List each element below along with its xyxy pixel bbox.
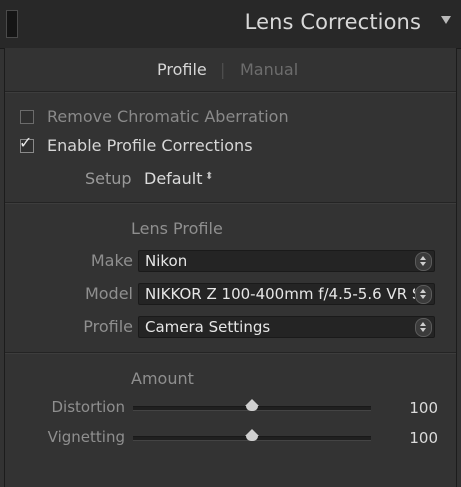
lens-profile-heading: Lens Profile — [131, 219, 223, 238]
amount-heading: Amount — [131, 369, 194, 388]
tab-manual[interactable]: Manual — [240, 60, 298, 79]
model-label: Model — [84, 284, 133, 303]
tab-separator: | — [220, 60, 226, 79]
make-label: Make — [90, 251, 133, 270]
profile-select[interactable]: Camera Settings — [138, 316, 435, 338]
make-updown-icon[interactable] — [415, 252, 432, 271]
checkmark-icon: ✓ — [19, 133, 33, 152]
make-value: Nikon — [145, 252, 188, 270]
setup-updown-icon[interactable]: ⬍ — [205, 172, 213, 182]
tab-profile[interactable]: Profile — [157, 60, 207, 79]
remove-chromatic-aberration-checkbox[interactable] — [20, 110, 34, 124]
model-updown-icon[interactable] — [415, 285, 432, 304]
vignetting-slider[interactable] — [133, 429, 371, 441]
panel-header[interactable]: Lens Corrections — [0, 0, 461, 49]
panel-drag-handle[interactable] — [6, 10, 18, 38]
collapse-triangle-icon[interactable] — [441, 16, 451, 24]
setup-label: Setup — [85, 169, 132, 188]
divider — [5, 91, 456, 93]
lens-corrections-panel: Lens Corrections Profile | Manual Remove… — [0, 0, 461, 487]
enable-profile-corrections-label: Enable Profile Corrections — [47, 136, 253, 155]
divider — [5, 352, 456, 354]
remove-chromatic-aberration-label: Remove Chromatic Aberration — [47, 107, 289, 126]
distortion-slider[interactable] — [133, 399, 371, 411]
vignetting-label: Vignetting — [47, 428, 125, 446]
profile-updown-icon[interactable] — [415, 318, 432, 337]
vignetting-value[interactable]: 100 — [409, 429, 438, 447]
mode-tabs: Profile | Manual — [5, 48, 456, 90]
divider — [5, 202, 456, 204]
model-select[interactable]: NIKKOR Z 100-400mm f/4.5-5.6 VR S — [138, 283, 435, 305]
panel-title: Lens Corrections — [244, 10, 421, 34]
profile-value: Camera Settings — [145, 318, 271, 336]
make-select[interactable]: Nikon — [138, 250, 435, 272]
distortion-value[interactable]: 100 — [409, 399, 438, 417]
panel-body: Profile | Manual Remove Chromatic Aberra… — [4, 48, 457, 487]
setup-dropdown[interactable]: Default — [144, 169, 202, 188]
model-value: NIKKOR Z 100-400mm f/4.5-5.6 VR S — [145, 285, 415, 303]
enable-profile-corrections-checkbox[interactable]: ✓ — [19, 135, 34, 153]
distortion-label: Distortion — [51, 398, 126, 416]
profile-label: Profile — [83, 317, 133, 336]
